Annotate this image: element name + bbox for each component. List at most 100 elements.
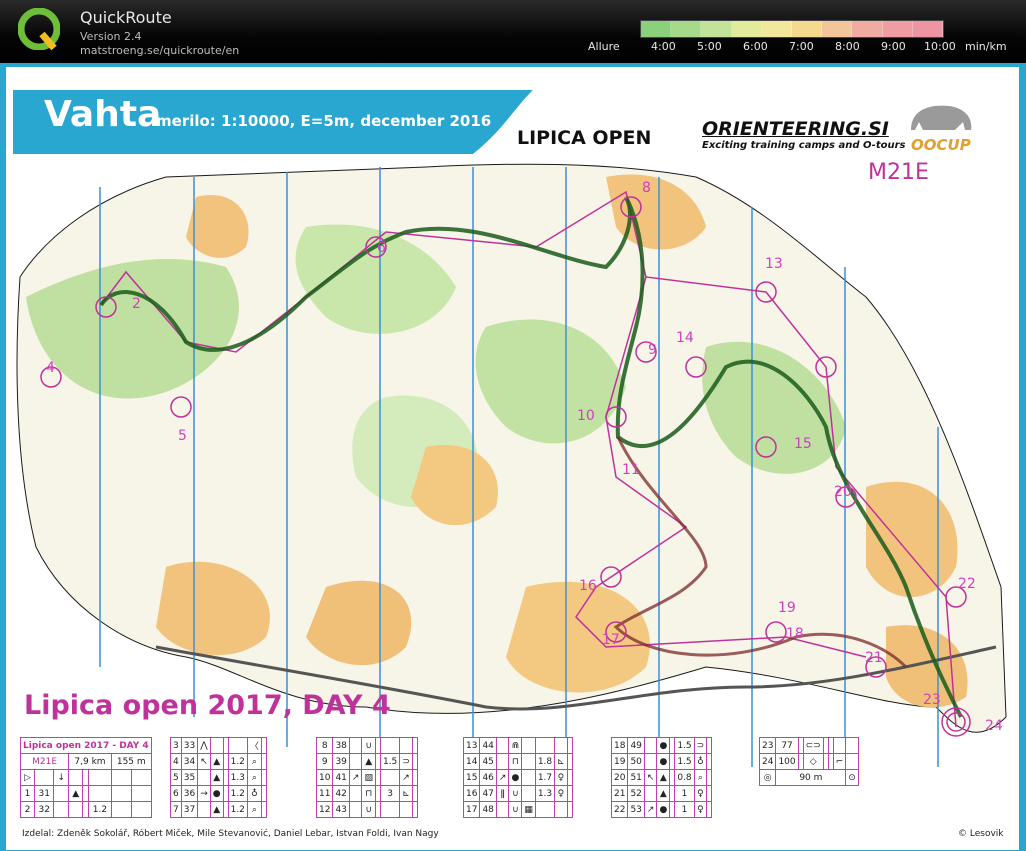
desc-cell: 1.7 [534,769,556,786]
map-title: Vahta [44,94,162,135]
desc-cell: 47 [479,785,497,802]
desc-cell: 4 [170,753,182,770]
control-descriptions: 18 49 ● 1.5 ⊃ 19 50 ● 1.5 ♁ 20 51 ↖ ▲ 0.8 ⌕ 21 52 ▲ 1 ♀ 2… [610,737,713,818]
control-number: 24 [985,718,1003,734]
desc-cell: 1 [674,801,695,818]
desc-cell: 23 [758,737,777,754]
control-number: 5 [178,428,187,444]
control-number: 20 [834,484,852,500]
pace-tick: 6:00 [743,40,768,53]
desc-cell: 19 [610,753,629,770]
control-number: 10 [577,408,595,424]
desc-cell: 77 [775,737,799,754]
desc-cell: 39 [332,753,350,770]
pace-tick: 4:00 [651,40,676,53]
control-number: 6 [377,240,386,256]
desc-cell: 18 [610,737,629,754]
desc-cell: 33 [180,737,199,754]
desc-cell: 31 [34,785,55,802]
control-number: 21 [865,650,883,666]
pace-color-scale [640,20,944,38]
desc-cell: 38 [332,737,350,754]
pace-tick: 10:00 [924,40,956,53]
desc-cell: 36 [180,785,199,802]
event-title: Lipica open 2017, DAY 4 [24,690,391,721]
control-number: 2 [132,296,141,312]
desc-cell: 32 [34,801,55,818]
control-number: 11 [622,462,640,478]
desc-cell: 1 [674,785,695,802]
desc-cell: 42 [332,785,350,802]
pace-color-swatch [701,21,732,37]
pace-tick: 9:00 [881,40,906,53]
pace-unit: min/km [965,40,1007,53]
desc-cell: 6 [170,785,182,802]
desc-cell: 16 [462,785,481,802]
desc-cell: 1.5 [674,737,695,754]
control-number: 9 [648,342,657,358]
desc-climb: 155 m [110,753,152,770]
control-number: 22 [958,576,976,592]
pace-label: Allure [588,40,620,53]
desc-cell: 17 [462,801,481,818]
control-number: 8 [642,180,651,196]
desc-cell: 2 [19,801,36,818]
course-class: M21E [868,160,929,185]
map-subtitle: merilo: 1:10000, E=5m, december 2016 [156,112,492,130]
desc-cell: 49 [627,737,645,754]
orienteering-si-tagline: Exciting training camps and O-tours [702,140,906,151]
desc-cell: 0.8 [674,769,695,786]
desc-cell: 22 [610,801,629,818]
desc-cell: 1.3 [227,769,248,786]
desc-cell: 5 [170,769,182,786]
desc-cell: 43 [332,801,350,818]
map-credits: Izdelal: Zdeněk Sokolář, Róbert Miček, M… [22,829,439,839]
pace-color-swatch [671,21,702,37]
desc-cell: 1.2 [227,785,248,802]
control-descriptions: 3 33 ⋀ 〈 4 34 ↖ ▲ 1.2 ⌕ 5 35 ▲ 1.3 ⌕ 6 36 → ● 1.2 ♁ 7 37 ▲ 1… [170,737,267,818]
desc-cell: 1 [19,785,36,802]
desc-cell: 48 [479,801,497,818]
oocup-logo: OOCUP [911,136,971,154]
pace-color-swatch [912,21,944,37]
app-title: QuickRoute [80,8,172,27]
desc-cell: 52 [627,785,645,802]
desc-cell: 51 [627,769,645,786]
desc-class: M21E [19,753,70,770]
desc-cell: 50 [627,753,645,770]
pace-color-swatch [822,21,853,37]
control-descriptions: 8 38 ∪ 9 39 ▲ 1.5 ⊃ 10 41 ↗ ▨ ↗ 11 42 ⊓ 3 ⊾ 12 43 ∪ [315,737,418,818]
desc-cell: 8 [315,737,334,754]
pace-color-swatch [761,21,793,37]
desc-cell: 1.8 [534,753,556,770]
desc-cell: 12 [315,801,334,818]
desc-cell: 100 [775,753,799,770]
control-number: 15 [794,436,812,452]
quickroute-logo-icon [18,8,60,50]
desc-cell: 41 [332,769,350,786]
lipica-open-logo: LIPICA OPEN [517,127,652,149]
control-descriptions: 23 77 ⊂⊃ 24 100 ◇ ⌐ ◎ 90 m ⊙ [758,737,859,786]
control-number: 16 [579,578,597,594]
desc-cell: 7 [170,801,182,818]
desc-cell: 20 [610,769,629,786]
desc-cell: 1.2 [227,753,248,770]
desc-cell: 45 [479,753,497,770]
finish-distance: 90 m [775,769,847,786]
control-number: 23 [923,692,941,708]
desc-cell: 1.3 [534,785,556,802]
desc-cell: 1.5 [379,753,401,770]
control-number: 18 [786,626,804,642]
app-url[interactable]: matstroeng.se/quickroute/en [80,44,239,57]
desc-cell: 35 [180,769,199,786]
desc-cell: 37 [180,801,199,818]
pace-color-swatch [792,21,823,37]
control-number: 19 [778,600,796,616]
desc-cell: 1.2 [88,801,112,818]
desc-cell: 14 [462,753,481,770]
desc-cell: 13 [462,737,481,754]
pace-color-swatch [852,21,883,37]
desc-title: Lipica open 2017 - DAY 4 [20,737,152,754]
pace-color-swatch [641,21,672,37]
pace-tick: 8:00 [835,40,860,53]
